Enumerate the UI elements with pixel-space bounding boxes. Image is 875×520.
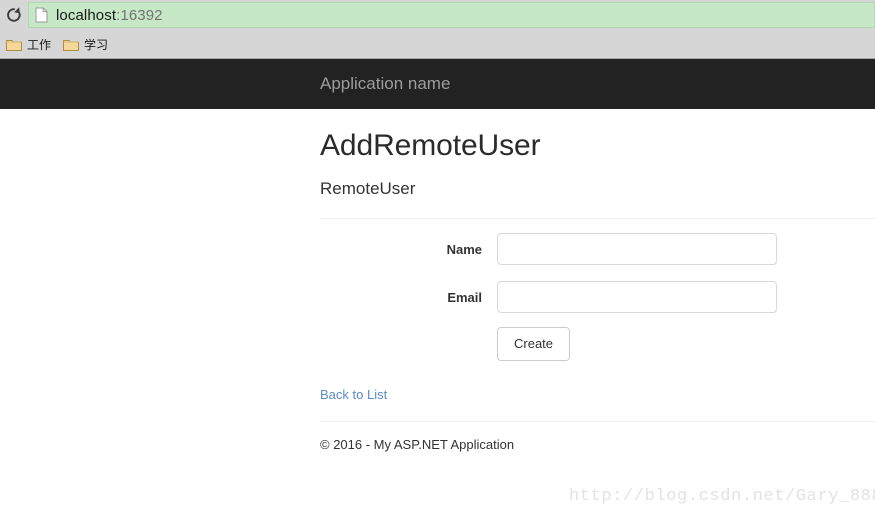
footer-copyright: © 2016 - My ASP.NET Application	[320, 436, 875, 454]
bookmark-folder-work[interactable]: 工作	[4, 34, 57, 55]
url-port: :16392	[116, 7, 162, 24]
omnibox-row: localhost:16392	[0, 0, 875, 30]
name-input[interactable]	[497, 233, 777, 265]
form-actions: Create	[320, 327, 875, 361]
page-subtitle: RemoteUser	[320, 179, 875, 199]
app-navbar: Application name	[0, 59, 875, 109]
url-text: localhost:16392	[56, 7, 163, 24]
bookmarks-bar: 工作 学习	[0, 30, 875, 59]
form-row-name: Name	[320, 233, 875, 265]
page-title: AddRemoteUser	[320, 127, 875, 165]
reload-button[interactable]	[0, 1, 28, 29]
navbar-brand-link[interactable]: Application name	[320, 74, 450, 94]
footer-divider	[320, 421, 875, 422]
url-host: localhost	[56, 7, 116, 24]
page-document-icon	[35, 7, 48, 23]
add-remote-user-form: Name Email Create	[320, 233, 875, 361]
form-row-email: Email	[320, 281, 875, 313]
bookmark-label: 学习	[84, 36, 108, 53]
reload-icon	[5, 6, 23, 24]
back-to-list-link[interactable]: Back to List	[320, 387, 387, 402]
name-label: Name	[320, 242, 497, 257]
watermark-text: http://blog.csdn.net/Gary_888	[569, 487, 875, 506]
content-divider	[320, 218, 875, 219]
page-container: AddRemoteUser RemoteUser Name Email Crea…	[0, 127, 875, 454]
page-footer: © 2016 - My ASP.NET Application	[320, 421, 875, 454]
folder-icon	[63, 38, 79, 51]
email-label: Email	[320, 290, 497, 305]
bookmark-label: 工作	[27, 36, 51, 53]
url-bar[interactable]: localhost:16392	[28, 2, 875, 28]
email-input[interactable]	[497, 281, 777, 313]
folder-icon	[6, 38, 22, 51]
bookmark-folder-study[interactable]: 学习	[61, 34, 114, 55]
browser-chrome: localhost:16392 工作 学习	[0, 0, 875, 59]
create-button[interactable]: Create	[497, 327, 570, 361]
